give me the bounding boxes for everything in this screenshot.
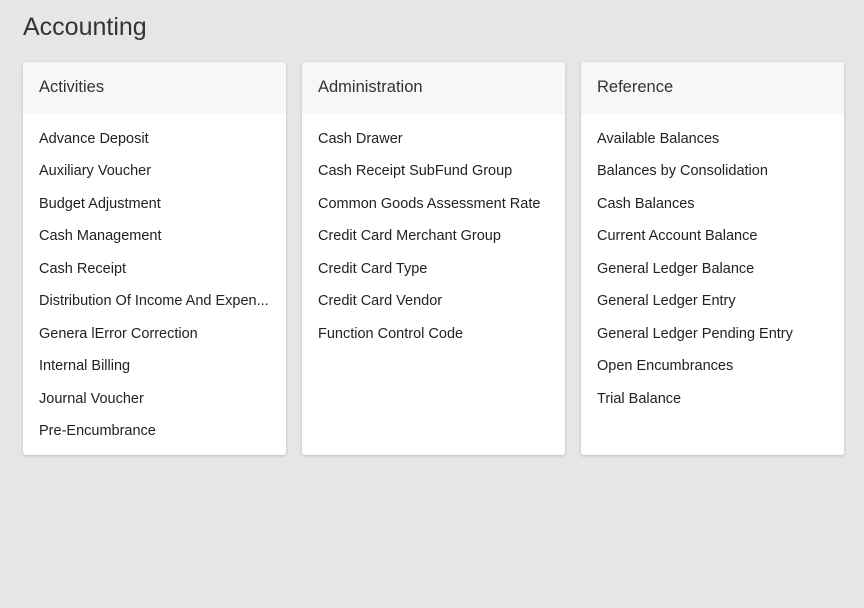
card-link-list: Available Balances Balances by Consolida…: [581, 114, 844, 422]
link-trial-balance[interactable]: Trial Balance: [581, 389, 844, 422]
link-credit-card-merchant-group[interactable]: Credit Card Merchant Group: [302, 226, 565, 259]
link-budget-adjustment[interactable]: Budget Adjustment: [23, 194, 286, 227]
card-header: Administration: [302, 61, 565, 114]
link-function-control-code[interactable]: Function Control Code: [302, 324, 565, 357]
card-header: Activities: [23, 61, 286, 114]
link-cash-receipt[interactable]: Cash Receipt: [23, 259, 286, 292]
card-link-list: Cash Drawer Cash Receipt SubFund Group C…: [302, 114, 565, 357]
link-cash-balances[interactable]: Cash Balances: [581, 194, 844, 227]
link-cash-receipt-subfund-group[interactable]: Cash Receipt SubFund Group: [302, 161, 565, 194]
link-general-ledger-entry[interactable]: General Ledger Entry: [581, 291, 844, 324]
link-internal-billing[interactable]: Internal Billing: [23, 356, 286, 389]
card-reference: Reference Available Balances Balances by…: [581, 61, 844, 455]
link-balances-by-consolidation[interactable]: Balances by Consolidation: [581, 161, 844, 194]
card-header: Reference: [581, 61, 844, 114]
link-general-ledger-balance[interactable]: General Ledger Balance: [581, 259, 844, 292]
link-open-encumbrances[interactable]: Open Encumbrances: [581, 356, 844, 389]
link-cash-management[interactable]: Cash Management: [23, 226, 286, 259]
card-link-list: Advance Deposit Auxiliary Voucher Budget…: [23, 114, 286, 454]
section-cards: Activities Advance Deposit Auxiliary Vou…: [23, 61, 846, 455]
link-cash-drawer[interactable]: Cash Drawer: [302, 129, 565, 162]
link-distribution-of-income-and-expense[interactable]: Distribution Of Income And Expen...: [23, 291, 286, 324]
link-general-ledger-pending-entry[interactable]: General Ledger Pending Entry: [581, 324, 844, 357]
link-pre-encumbrance[interactable]: Pre-Encumbrance: [23, 421, 286, 454]
link-auxiliary-voucher[interactable]: Auxiliary Voucher: [23, 161, 286, 194]
card-activities: Activities Advance Deposit Auxiliary Vou…: [23, 61, 286, 455]
link-common-goods-assessment-rate[interactable]: Common Goods Assessment Rate: [302, 194, 565, 227]
link-available-balances[interactable]: Available Balances: [581, 129, 844, 162]
link-journal-voucher[interactable]: Journal Voucher: [23, 389, 286, 422]
link-advance-deposit[interactable]: Advance Deposit: [23, 129, 286, 162]
page-title: Accounting: [23, 13, 147, 41]
link-general-error-correction[interactable]: Genera lError Correction: [23, 324, 286, 357]
link-current-account-balance[interactable]: Current Account Balance: [581, 226, 844, 259]
link-credit-card-type[interactable]: Credit Card Type: [302, 259, 565, 292]
accounting-page: Accounting Activities Advance Deposit Au…: [0, 0, 864, 608]
link-credit-card-vendor[interactable]: Credit Card Vendor: [302, 291, 565, 324]
card-administration: Administration Cash Drawer Cash Receipt …: [302, 61, 565, 455]
